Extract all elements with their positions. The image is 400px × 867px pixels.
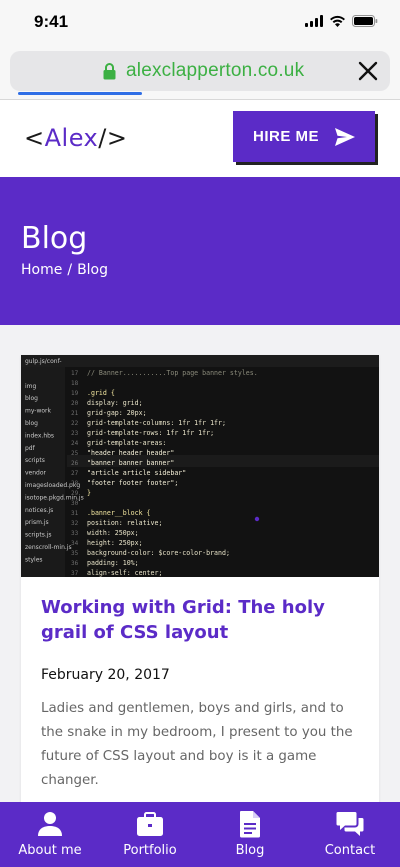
status-time: 9:41 [34,12,69,31]
site-header: <Alex/> HIRE ME [0,100,400,177]
code-line-number: 28 [71,480,79,487]
document-icon [240,811,260,838]
code-line: } [87,489,91,497]
file-tree-item: gulp.js/conf- [25,358,62,365]
code-line: grid-template-areas: [87,439,166,447]
close-icon[interactable] [356,59,380,83]
hire-me-button[interactable]: HIRE ME [233,111,375,162]
code-line: background-color: $core-color-brand; [87,549,230,557]
code-editor-image: gulp.js/conf-img blog my-work blog index.hbs… [21,355,379,577]
main-content: gulp.js/conf-img blog my-work blog index.hbs… [0,325,400,867]
nav-label-about-me: About me [18,843,82,858]
code-line: width: 250px; [87,529,139,537]
logo-open: < [24,124,45,152]
code-line: height: 250px; [87,539,143,547]
blog-post-card[interactable]: gulp.js/conf-img blog my-work blog index.hbs… [21,355,379,867]
code-line-number: 33 [71,530,79,537]
file-tree-item: notices.js [25,507,53,514]
code-line-number: 34 [71,540,79,547]
file-tree-item: blog [25,420,38,427]
nav-item-portfolio[interactable]: Portfolio [100,802,200,867]
file-tree-item: img [25,383,37,390]
browser-address-bar: alexclapperton.co.uk [0,44,400,100]
code-line: .banner__block { [87,509,151,517]
breadcrumb: Home / Blog [21,262,108,278]
code-line-number: 21 [71,410,79,417]
code-line: // Banner...........Top page banner styl… [87,369,258,377]
logo-name: Alex [44,124,99,152]
code-line: align-self: center; [87,569,162,577]
file-tree-item: styles [25,556,43,563]
file-tree-item: pdf [25,445,36,452]
site-logo[interactable]: <Alex/> [24,124,127,152]
battery-icon [352,15,378,27]
code-line-number: 30 [71,500,79,507]
code-line: grid-template-columns: 1fr 1fr 1fr; [87,419,226,427]
hire-me-label: HIRE ME [252,128,319,145]
code-line-number: 18 [71,380,79,387]
code-line-number: 27 [71,470,79,477]
url-text: alexclapperton.co.uk [126,60,305,81]
code-line-number: 23 [71,430,79,437]
code-line: position: relative; [87,519,162,527]
file-tree-item: scripts.js [25,532,52,539]
file-tree-item: scripts [25,457,45,464]
page-banner: Blog Home / Blog [0,177,400,325]
cellular-signal-icon [305,15,323,27]
nav-item-blog[interactable]: Blog [200,802,300,867]
file-tree-item: prism.js [25,519,49,526]
file-tree-item: index.hbs [25,432,54,439]
code-line-number: 36 [71,560,79,567]
code-line-number: 31 [71,510,79,517]
code-line-number: 19 [71,390,79,397]
code-line-number: 32 [71,520,79,527]
code-line: grid-gap: 20px; [87,409,147,417]
post-thumbnail[interactable]: gulp.js/conf-img blog my-work blog index.hbs… [21,355,379,577]
status-bar: 9:41 [0,0,400,44]
file-tree-item: my-work [25,408,52,415]
post-date: February 20, 2017 [41,667,170,683]
code-line: display: grid; [87,399,143,407]
file-tree-item: zenscroll-min.js [25,544,72,551]
briefcase-icon [137,812,163,836]
page-load-progress [18,92,142,95]
lock-icon [103,63,116,80]
code-line-number: 20 [71,400,79,407]
wifi-icon [329,15,346,27]
code-line: "article article sidebar" [87,469,186,477]
breadcrumb-current: Blog [77,262,109,278]
code-line-number: 22 [71,420,79,427]
nav-label-blog: Blog [235,843,265,858]
code-line-number: 35 [71,550,79,557]
url-field[interactable]: alexclapperton.co.uk [10,51,390,91]
page-title: Blog [21,221,88,256]
code-line: grid-template-rows: 1fr 1fr 1fr; [87,429,214,437]
breadcrumb-home-link[interactable]: Home [21,262,62,278]
code-line-number: 29 [71,490,79,497]
code-line-number: 17 [71,370,79,377]
chat-icon [336,812,364,836]
code-line-number: 24 [71,440,79,447]
code-line: padding: 10%; [87,559,139,567]
post-excerpt: Ladies and gentlemen, boys and girls, an… [41,701,353,788]
nav-item-about-me[interactable]: About me [0,802,100,867]
status-icons [305,15,378,27]
post-title[interactable]: Working with Grid: The holy grail of CSS… [41,595,363,645]
file-tree-item: vendor [25,470,47,477]
nav-label-contact: Contact [324,843,376,858]
breadcrumb-separator: / [67,262,73,278]
code-line: "footer footer footer"; [87,479,178,487]
nav-item-contact[interactable]: Contact [300,802,400,867]
file-tree-item: blog [25,395,38,402]
person-icon [38,812,62,836]
code-line-number: 37 [71,570,79,577]
code-line: .grid { [87,389,115,397]
send-icon [335,127,355,146]
nav-label-portfolio: Portfolio [123,843,177,858]
logo-close: /> [98,124,128,152]
bottom-navigation: About me Portfolio Blog Contact [0,802,400,867]
